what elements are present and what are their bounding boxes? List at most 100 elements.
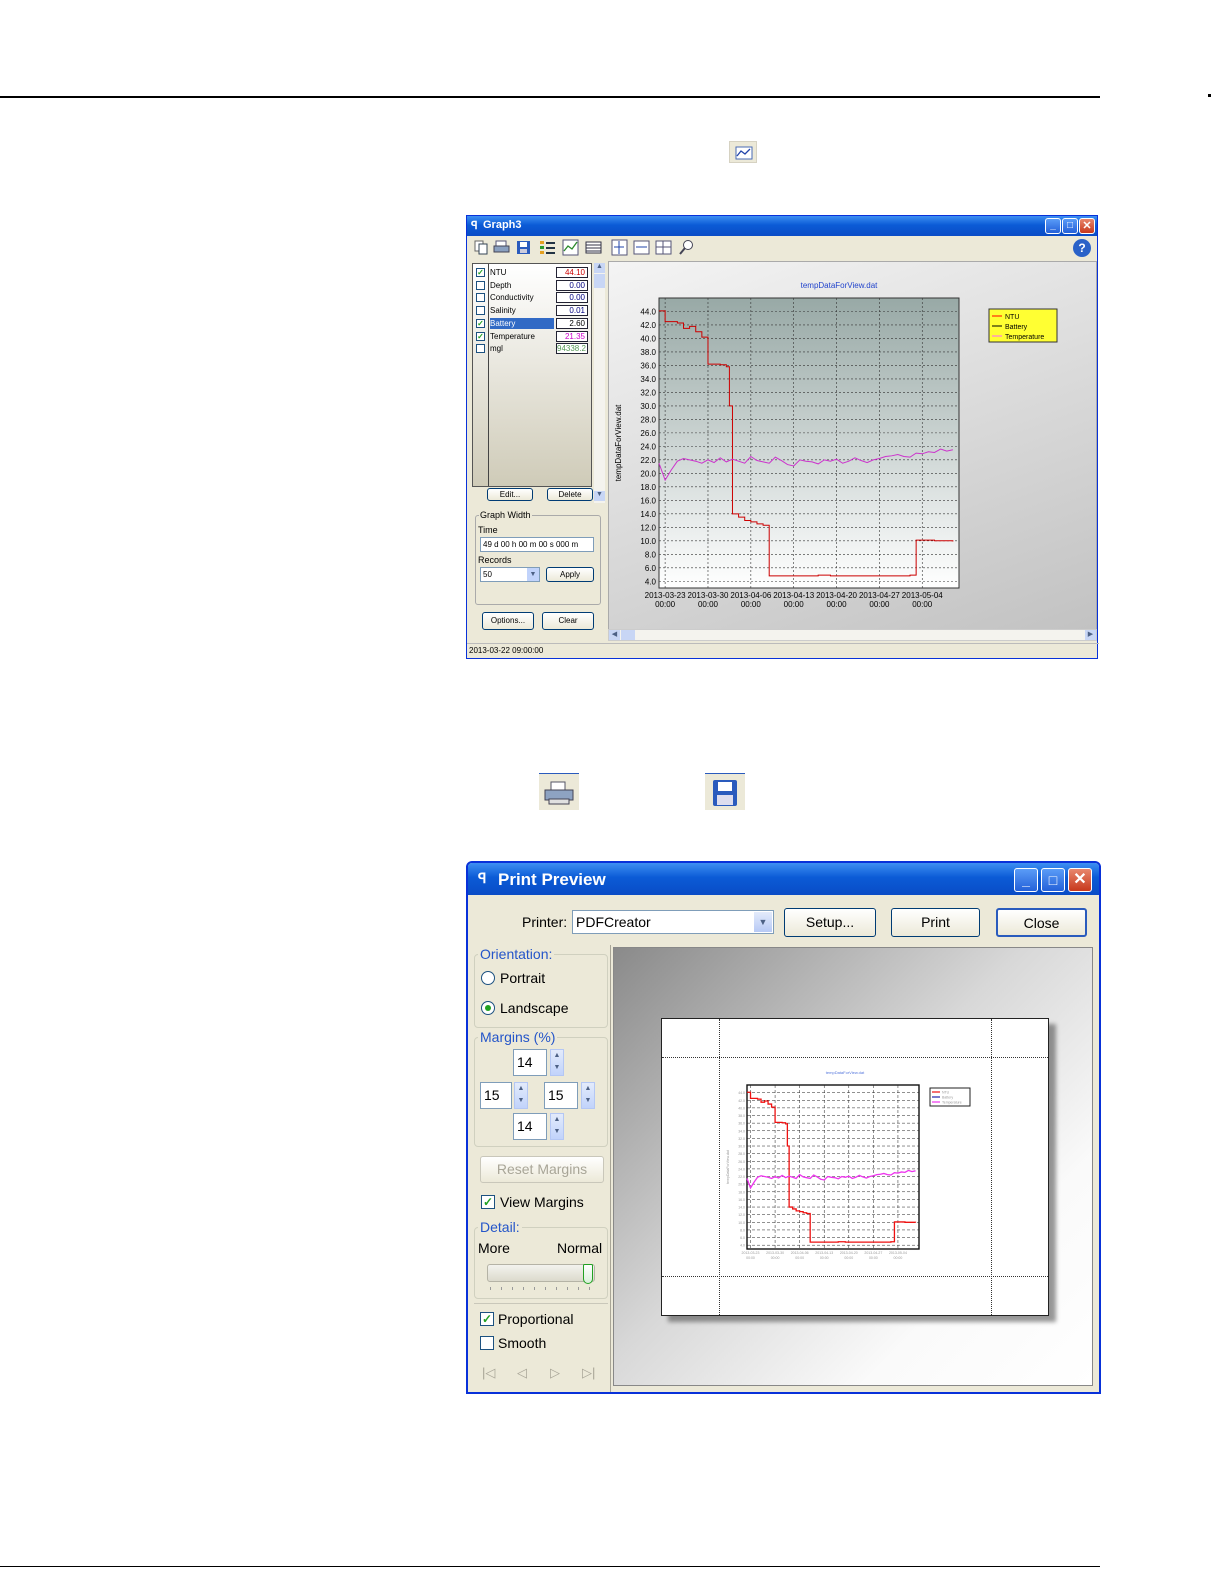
view-margins-checkbox[interactable]: ✓ [481, 1195, 495, 1209]
print-button[interactable]: Print [891, 908, 980, 937]
smooth-label[interactable]: Smooth [498, 1335, 546, 1351]
mini-x-tick-label: 2013-03-23 [742, 1251, 760, 1255]
help-icon[interactable]: ? [1073, 239, 1091, 257]
channel-value: 0.00 [556, 279, 588, 291]
landscape-label[interactable]: Landscape [500, 1000, 569, 1016]
scroll-thumb[interactable] [594, 274, 605, 288]
clear-button[interactable]: Clear [542, 612, 594, 630]
portrait-label[interactable]: Portrait [500, 970, 545, 986]
channel-name: Temperature [490, 331, 535, 341]
channel-checkbox[interactable] [476, 293, 485, 303]
margin-top-input[interactable]: 14 [513, 1049, 547, 1076]
close-window-button[interactable]: ✕ [1079, 218, 1095, 234]
mini-y-tick-label: 4.0 [740, 1244, 745, 1248]
zoom-icon[interactable] [678, 239, 695, 256]
grid-icon[interactable] [655, 239, 672, 256]
channel-row-mgl[interactable]: mgl 94338.2 [473, 342, 588, 355]
graph-titlebar[interactable]: ꟼ Graph3 _ □ ✕ [467, 216, 1097, 236]
channel-checkbox[interactable] [476, 280, 485, 290]
mini-legend-entry: Temperature [942, 1101, 962, 1105]
mini-x-tick-sublabel: 00:00 [746, 1256, 755, 1260]
records-dropdown-icon[interactable]: ▼ [527, 568, 539, 581]
channel-row-battery[interactable]: ✓ Battery 2.60 [473, 317, 588, 330]
x-tick-label: 2013-04-20 [816, 591, 857, 600]
landscape-radio-dot [485, 1005, 491, 1011]
hscroll-left-arrow-icon[interactable]: ◀ [609, 630, 620, 640]
landscape-radio[interactable] [481, 1001, 495, 1015]
margin-bottom-input[interactable]: 14 [513, 1113, 547, 1140]
channel-checkbox[interactable]: ✓ [476, 268, 485, 277]
pp-maximize-button[interactable]: □ [1041, 868, 1065, 892]
margin-left-input[interactable]: 15 [480, 1082, 512, 1109]
channel-list-icon[interactable] [539, 239, 556, 256]
print-preview-titlebar[interactable]: ꟼ Print Preview _ □ ✕ [468, 863, 1099, 895]
printer-dropdown-icon[interactable]: ▼ [754, 912, 772, 932]
first-page-icon[interactable]: |◁ [482, 1365, 495, 1381]
hscroll-right-arrow-icon[interactable]: ▶ [1085, 630, 1096, 640]
detail-slider-thumb[interactable] [583, 1264, 593, 1284]
y-tick-label: 26.0 [640, 429, 656, 438]
close-button[interactable]: Close [996, 908, 1087, 937]
margin-bottom-stepper[interactable]: ▲ ▼ [550, 1113, 564, 1140]
channel-checkbox[interactable]: ✓ [476, 318, 485, 328]
channel-name: Salinity [490, 306, 516, 316]
maximize-button[interactable]: □ [1062, 218, 1078, 234]
minimize-button[interactable]: _ [1045, 218, 1061, 234]
scale-icon[interactable] [633, 239, 650, 256]
apply-button[interactable]: Apply [546, 567, 594, 582]
channel-row-salinity[interactable]: Salinity 0.01 [473, 304, 588, 317]
channel-checkbox[interactable]: ✓ [476, 331, 485, 341]
channel-scrollbar[interactable]: ▲ ▼ [594, 263, 605, 503]
graph-width-label: Graph Width [479, 510, 532, 520]
time-input[interactable]: 49 d 00 h 00 m 00 s 000 m [480, 537, 594, 552]
records-select[interactable]: 50 ▼ [480, 567, 540, 582]
options-button[interactable]: Options... [482, 612, 534, 630]
table-icon[interactable] [585, 239, 602, 256]
mini-x-tick-sublabel: 00:00 [894, 1256, 903, 1260]
hscroll-thumb[interactable] [621, 630, 635, 640]
edit-button[interactable]: Edit... [487, 488, 533, 501]
scroll-up-arrow-icon[interactable]: ▲ [594, 263, 605, 273]
records-value: 50 [483, 570, 492, 579]
channel-row-ntu[interactable]: ✓ NTU 44.10 [473, 266, 588, 279]
printer-select[interactable]: PDFCreator ▼ [572, 910, 774, 934]
margin-right-input[interactable]: 15 [544, 1082, 578, 1109]
zoom-x-icon[interactable] [611, 239, 628, 256]
margin-left-stepper[interactable]: ▲ ▼ [514, 1082, 528, 1109]
setup-button[interactable]: Setup... [784, 908, 876, 937]
printer-value: PDFCreator [576, 914, 651, 930]
prev-page-icon[interactable]: ◁ [517, 1365, 527, 1381]
channel-row-temperature[interactable]: ✓ Temperature 21.35 [473, 330, 588, 343]
proportional-label[interactable]: Proportional [498, 1311, 574, 1327]
channel-checkbox[interactable] [476, 344, 485, 354]
plot-area [658, 297, 960, 589]
margin-right-stepper[interactable]: ▲ ▼ [581, 1082, 595, 1109]
scroll-down-arrow-icon[interactable]: ▼ [594, 491, 605, 501]
left-panel-separator [610, 945, 611, 1392]
line-graph-icon[interactable] [562, 239, 579, 256]
margin-top-stepper[interactable]: ▲ ▼ [550, 1049, 564, 1076]
portrait-radio[interactable] [481, 971, 495, 985]
detail-slider-track[interactable] [487, 1264, 595, 1282]
time-value: 49 d 00 h 00 m 00 s 000 m [483, 540, 579, 549]
mini-y-tick-label: 36.0 [738, 1122, 745, 1126]
next-page-icon[interactable]: ▷ [550, 1365, 560, 1381]
proportional-checkbox[interactable]: ✓ [480, 1312, 494, 1326]
channel-row-conductivity[interactable]: Conductivity 0.00 [473, 291, 588, 304]
print-icon[interactable] [493, 239, 510, 256]
delete-button[interactable]: Delete [547, 488, 593, 501]
view-margins-label[interactable]: View Margins [500, 1194, 584, 1210]
channel-row-depth[interactable]: Depth 0.00 [473, 279, 588, 292]
printer-label: Printer: [522, 914, 568, 930]
pp-minimize-button[interactable]: _ [1014, 868, 1038, 892]
reset-margins-button[interactable]: Reset Margins [480, 1156, 604, 1183]
channel-name: Battery [490, 317, 554, 329]
last-page-icon[interactable]: ▷| [582, 1365, 595, 1381]
channel-checkbox[interactable] [476, 306, 485, 316]
save-icon[interactable] [515, 239, 532, 256]
smooth-checkbox[interactable] [480, 1336, 494, 1350]
horizontal-scrollbar[interactable]: ◀ ▶ [608, 629, 1097, 641]
pp-close-window-button[interactable]: ✕ [1068, 868, 1092, 892]
copy-icon[interactable] [472, 239, 489, 256]
mini-y-tick-label: 20.0 [738, 1183, 745, 1187]
